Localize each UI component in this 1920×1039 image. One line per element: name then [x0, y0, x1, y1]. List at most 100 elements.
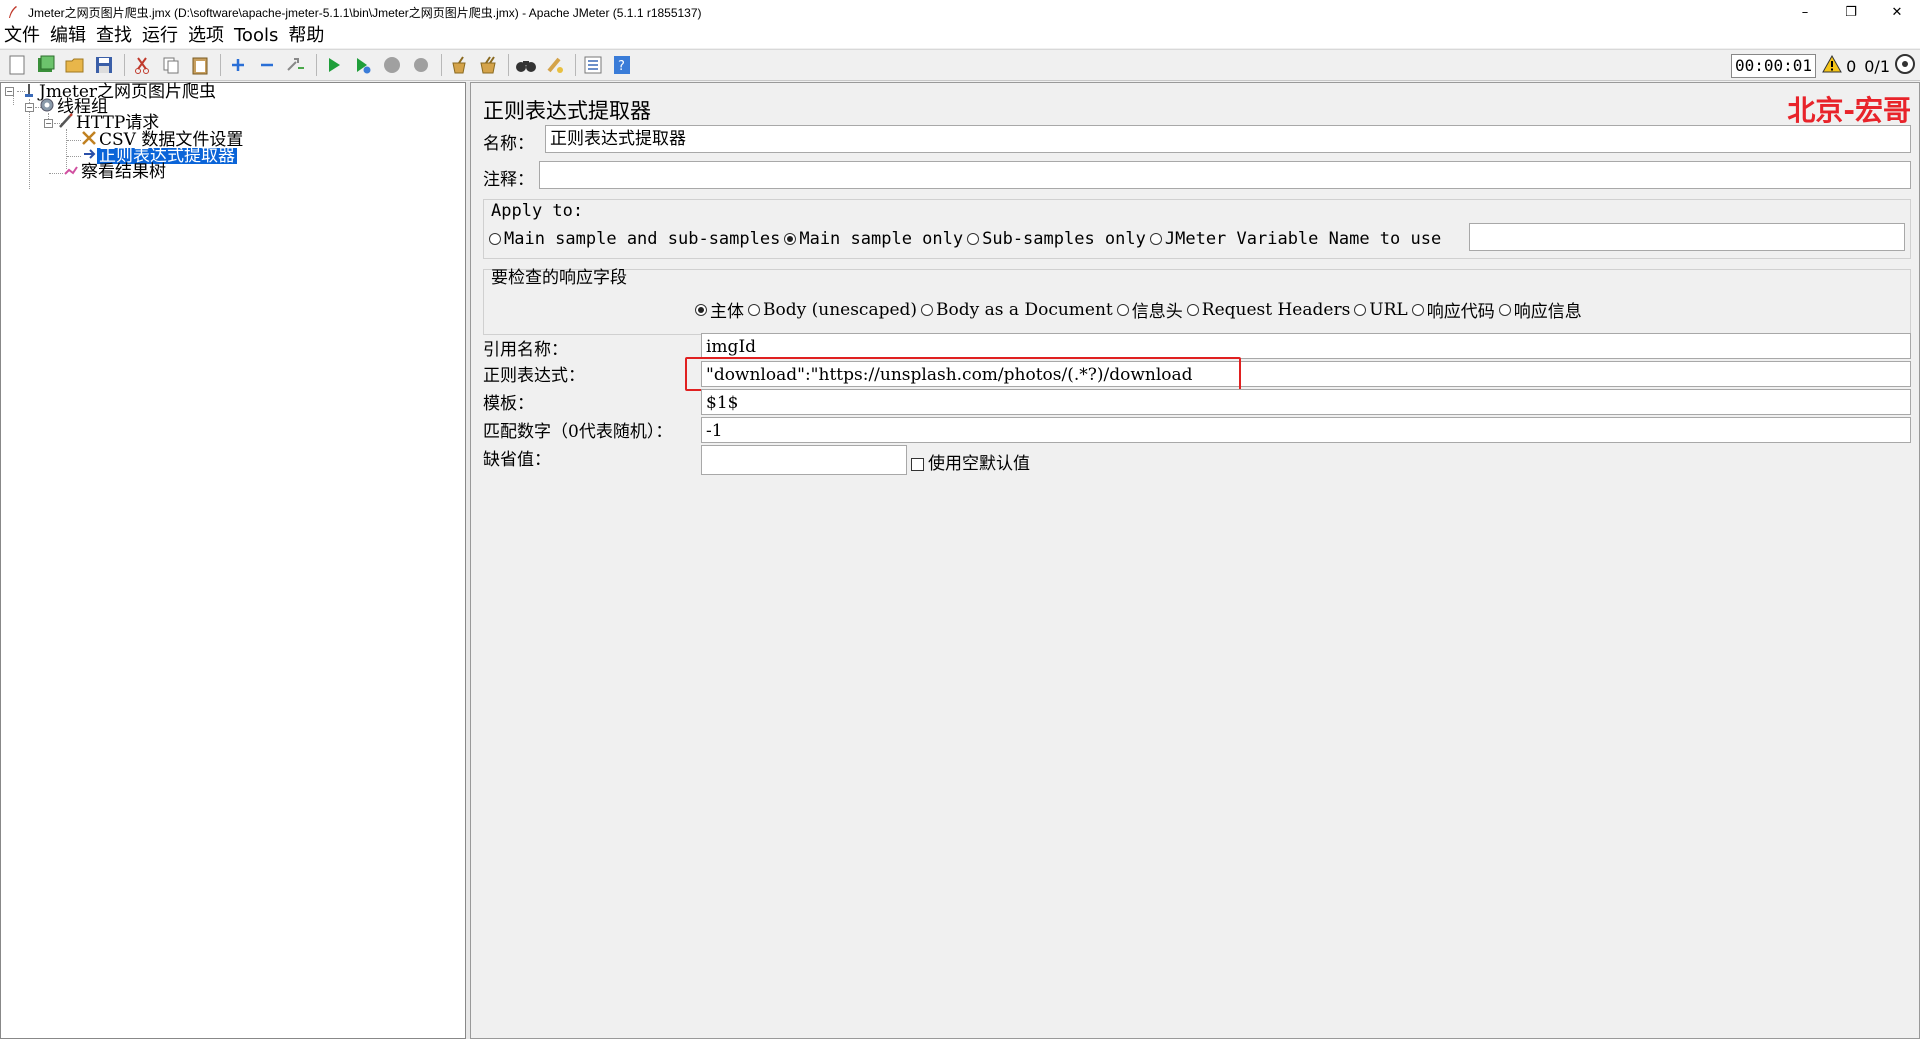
radio-dot — [748, 303, 760, 316]
regex-highlight-annotation — [685, 357, 1241, 391]
tree-node-http-request[interactable]: HTTP请求 — [58, 112, 161, 134]
toggle-icon[interactable] — [283, 52, 309, 78]
start-no-pause-icon[interactable] — [350, 52, 376, 78]
use-empty-default-checkbox[interactable] — [911, 458, 924, 471]
toolbar: ? 00:00:01 0 0/1 — [0, 49, 1920, 81]
default-value-field[interactable] — [701, 445, 907, 475]
toolbar-separator — [575, 54, 576, 76]
default-value-label: 缺省值： — [483, 450, 551, 470]
tree-node-result-tree[interactable]: 察看结果树 — [63, 162, 168, 183]
collapse-icon[interactable] — [254, 52, 280, 78]
radio-dot-selected — [784, 233, 797, 245]
panel-title: 正则表达式提取器 — [483, 99, 651, 123]
radio-sub-only[interactable]: Sub-samples only — [967, 229, 1146, 249]
http-request-collapse-toggle[interactable]: − — [44, 119, 53, 128]
toolbar-separator — [508, 54, 509, 76]
thread-group-collapse-toggle[interactable]: − — [25, 103, 34, 112]
expand-icon[interactable] — [225, 52, 251, 78]
menu-run[interactable]: 运行 — [142, 25, 178, 47]
stop-icon[interactable] — [379, 52, 405, 78]
copy-icon[interactable] — [158, 52, 184, 78]
menu-edit[interactable]: 编辑 — [50, 25, 86, 47]
radio-body-unescaped[interactable]: Body (unescaped) — [748, 300, 917, 320]
use-empty-default-option[interactable]: 使用空默认值 — [911, 449, 1030, 474]
window-title: Jmeter之网页图片爬虫.jmx (D:\software\apache-jm… — [28, 5, 702, 20]
active-threads: 0/1 — [1864, 56, 1890, 76]
match-no-field[interactable]: -1 — [701, 417, 1911, 443]
apply-to-label: Apply to: — [491, 201, 584, 221]
name-field[interactable]: 正则表达式提取器 — [545, 125, 1911, 153]
radio-response-message[interactable]: 响应信息 — [1498, 297, 1582, 322]
radio-main-only[interactable]: Main sample only — [784, 229, 963, 249]
warning-count: 0 — [1846, 56, 1857, 76]
radio-body-as-document[interactable]: Body as a Document — [921, 300, 1113, 320]
radio-dot — [1116, 303, 1129, 316]
jmeter-feather-icon — [6, 5, 20, 19]
field-to-check-label: 要检查的响应字段 — [491, 268, 627, 288]
save-icon[interactable] — [91, 52, 117, 78]
tree-label: 察看结果树 — [81, 162, 166, 182]
warning-icon[interactable] — [1822, 54, 1842, 77]
minimize-button[interactable]: – — [1782, 0, 1828, 24]
radio-dot-selected — [695, 303, 707, 316]
radio-dot — [1411, 303, 1424, 316]
menu-file[interactable]: 文件 — [4, 25, 40, 47]
elapsed-timer: 00:00:01 — [1731, 54, 1817, 78]
new-icon[interactable] — [4, 52, 30, 78]
comment-label: 注释： — [483, 170, 534, 190]
function-helper-icon[interactable] — [580, 52, 606, 78]
ref-name-field[interactable]: imgId — [701, 333, 1911, 359]
name-label: 名称： — [483, 134, 534, 154]
menu-help[interactable]: 帮助 — [288, 25, 324, 47]
start-icon[interactable] — [321, 52, 347, 78]
gear-icon — [39, 97, 55, 118]
radio-url[interactable]: URL — [1354, 300, 1408, 320]
close-button[interactable]: ✕ — [1874, 0, 1920, 24]
toolbar-separator — [441, 54, 442, 76]
menu-bar: 文件 编辑 查找 运行 选项 Tools 帮助 — [0, 24, 1920, 48]
shutdown-icon[interactable] — [408, 52, 434, 78]
radio-body[interactable]: 主体 — [695, 297, 744, 322]
radio-request-headers[interactable]: Request Headers — [1186, 300, 1350, 320]
radio-dot — [921, 303, 934, 316]
help-icon[interactable]: ? — [609, 52, 635, 78]
templates-icon[interactable] — [33, 52, 59, 78]
test-plan-tree[interactable]: − Jmeter之网页图片爬虫 − 线程组 − HTTP请求 CSV 数据文件设… — [0, 82, 466, 1039]
comment-field[interactable] — [539, 161, 1911, 189]
open-icon[interactable] — [62, 52, 88, 78]
search-icon[interactable] — [513, 52, 539, 78]
radio-jmeter-variable[interactable]: JMeter Variable Name to use — [1149, 229, 1441, 249]
menu-tools[interactable]: Tools — [234, 25, 278, 47]
template-label: 模板： — [483, 394, 534, 414]
root-collapse-toggle[interactable]: − — [5, 87, 14, 96]
cut-icon[interactable] — [129, 52, 155, 78]
radio-main-and-sub[interactable]: Main sample and sub-samples — [489, 229, 780, 249]
jmeter-variable-field[interactable] — [1469, 223, 1905, 251]
radio-dot — [967, 233, 980, 245]
regex-label: 正则表达式： — [483, 366, 585, 386]
remote-status-icon — [1894, 53, 1916, 79]
radio-response-code[interactable]: 响应代码 — [1411, 297, 1495, 322]
toolbar-separator — [316, 54, 317, 76]
radio-headers[interactable]: 信息头 — [1116, 297, 1183, 322]
radio-dot — [489, 233, 501, 245]
test-plan-icon — [21, 82, 37, 103]
template-field[interactable]: $1$ — [701, 389, 1911, 415]
paste-icon[interactable] — [187, 52, 213, 78]
restore-button[interactable]: ❐ — [1828, 0, 1874, 24]
radio-dot — [1498, 303, 1511, 316]
chart-icon — [63, 162, 79, 183]
pen-icon — [58, 112, 74, 134]
clear-all-icon[interactable] — [475, 52, 501, 78]
menu-options[interactable]: 选项 — [188, 25, 224, 47]
toolbar-separator — [220, 54, 221, 76]
match-no-label: 匹配数字（0代表随机）： — [483, 422, 673, 442]
ref-name-label: 引用名称： — [483, 340, 568, 360]
reset-search-icon[interactable] — [542, 52, 568, 78]
clear-icon[interactable] — [446, 52, 472, 78]
apply-to-options: Main sample and sub-samples Main sample … — [489, 229, 1445, 249]
toolbar-separator — [124, 54, 125, 76]
watermark: 北京-宏哥 — [1787, 94, 1911, 127]
menu-search[interactable]: 查找 — [96, 25, 132, 47]
field-to-check-options: 主体 Body (unescaped) Body as a Document 信… — [695, 297, 1586, 322]
